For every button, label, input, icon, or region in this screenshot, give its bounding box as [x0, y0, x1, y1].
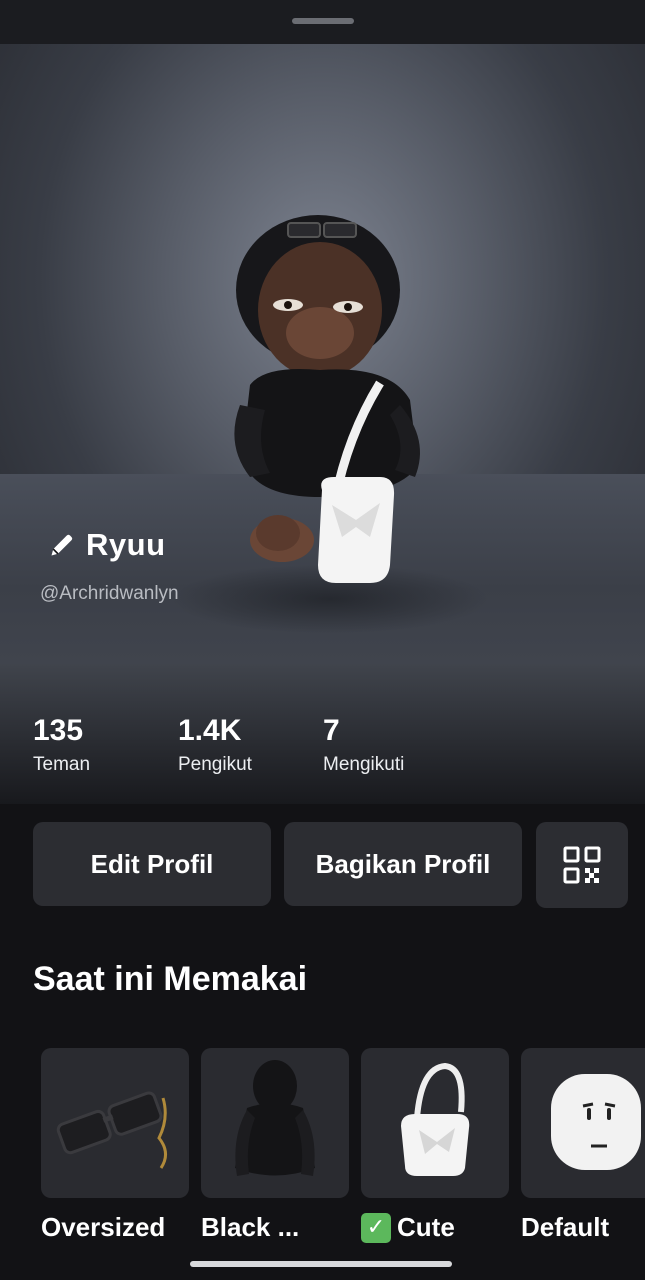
qr-code-button[interactable] [536, 822, 628, 908]
item-label: Default [521, 1212, 610, 1242]
item-label: Oversized [41, 1212, 166, 1242]
check-icon: ✓ [361, 1212, 391, 1243]
item-thumbnail [201, 1048, 349, 1198]
following-count: 7 [323, 714, 340, 747]
currently-wearing-title: Saat ini Memakai [33, 960, 308, 998]
wearing-item-sunglasses[interactable]: Oversized [41, 1048, 189, 1243]
face-icon [551, 1074, 641, 1170]
sheet-header [0, 0, 645, 44]
item-thumbnail [361, 1048, 509, 1198]
followers-count: 1.4K [178, 714, 242, 747]
home-indicator[interactable] [190, 1261, 452, 1267]
wearing-list[interactable]: Oversized Black ... ✓ Cute Default [0, 1048, 645, 1248]
wearing-item-hoodie[interactable]: Black ... [201, 1048, 349, 1243]
pencil-icon[interactable] [48, 531, 76, 559]
display-name-row[interactable]: Ryuu [48, 527, 166, 563]
item-thumbnail [521, 1048, 645, 1198]
username: @Archridwanlyn [40, 583, 179, 604]
item-label: ✓ Cute [361, 1212, 509, 1243]
hoodie-icon [235, 1060, 315, 1176]
display-name: Ryuu [86, 527, 166, 562]
stat-following[interactable]: 7 Mengikuti [323, 714, 404, 776]
followers-label: Pengikut [178, 754, 252, 775]
friends-label: Teman [33, 754, 91, 775]
edit-profile-button[interactable]: Edit Profil [33, 822, 271, 906]
stat-followers[interactable]: 1.4K Pengikut [178, 714, 252, 776]
friends-count: 135 [33, 714, 84, 747]
bag-icon [401, 1062, 470, 1176]
sunglasses-icon [56, 1091, 167, 1169]
share-profile-button[interactable]: Bagikan Profil [284, 822, 522, 906]
item-label: Black ... [201, 1212, 300, 1242]
item-thumbnail [41, 1048, 189, 1198]
following-label: Mengikuti [323, 754, 405, 775]
avatar-3d-view[interactable] [230, 215, 440, 590]
wearing-item-bag[interactable]: ✓ Cute [361, 1048, 509, 1243]
drag-handle[interactable] [292, 18, 354, 24]
wearing-item-face[interactable]: Default [521, 1048, 645, 1243]
stat-friends[interactable]: 135 Teman [33, 714, 90, 776]
qr-code-icon [563, 846, 601, 884]
